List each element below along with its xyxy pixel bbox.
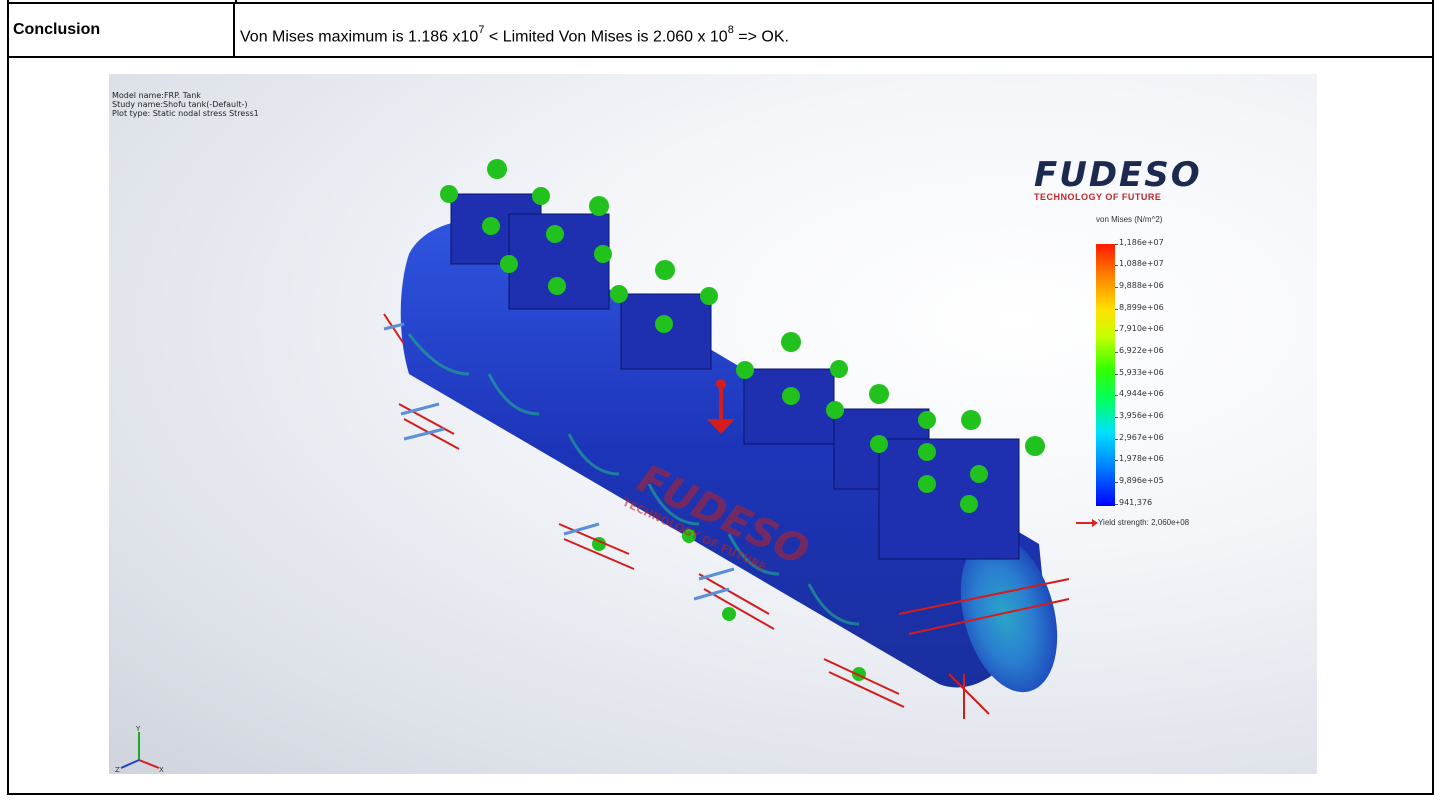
- yield-strength: Yield strength: 2,060e+08: [1076, 518, 1189, 527]
- legend-tick: 9,888e+06: [1115, 281, 1164, 290]
- study-name: Study name:Shofu tank(-Default-): [112, 100, 248, 109]
- model-info: Model name:FRP. Tank Study name:Shofu ta…: [112, 91, 259, 118]
- model-name: Model name:FRP. Tank: [112, 91, 201, 100]
- yield-arrow-icon: [1076, 518, 1098, 527]
- legend-tick: 2,967e+06: [1115, 433, 1164, 442]
- legend-tick: 3,956e+06: [1115, 411, 1164, 420]
- conclusion-text-part2: < Limited Von Mises is 2.060 x 10: [484, 28, 728, 46]
- plot-type: Plot type: Static nodal stress Stress1: [112, 109, 259, 118]
- legend-tick: 1,186e+07: [1115, 238, 1164, 247]
- exponent-1: 7: [478, 24, 485, 36]
- stress-plot-image: FUDESO TECHNOLOGY OF FUTURE Model name:F…: [109, 74, 1317, 774]
- axis-label-y: Y: [135, 725, 141, 733]
- axis-triad: Y X Z: [115, 725, 164, 774]
- legend-tick: 7,910e+06: [1115, 324, 1164, 333]
- legend-tick: 4,944e+06: [1115, 389, 1164, 398]
- yield-label: Yield strength: 2,060e+08: [1098, 518, 1190, 527]
- legend-tick: 9,896e+05: [1115, 476, 1164, 485]
- legend-tick: 8,899e+06: [1115, 303, 1164, 312]
- legend-color-bar: [1096, 244, 1115, 506]
- conclusion-text: Von Mises maximum is 1.186 x107 < Limite…: [240, 4, 789, 56]
- axis-label-z: Z: [115, 766, 120, 774]
- conclusion-text-part1: Von Mises maximum is 1.186 x10: [240, 28, 479, 46]
- legend-title: von Mises (N/m^2): [1096, 215, 1163, 224]
- legend-tick: 5,933e+06: [1115, 368, 1164, 377]
- legend-ticks: 1,186e+07 1,088e+07 9,888e+06 8,899e+06 …: [1114, 238, 1209, 513]
- conclusion-label: Conclusion: [9, 4, 235, 56]
- exponent-2: 8: [727, 24, 734, 36]
- legend-tick: 941,376: [1114, 498, 1153, 507]
- conclusion-row: Conclusion Von Mises maximum is 1.186 x1…: [7, 2, 1434, 58]
- conclusion-text-part3: => OK.: [733, 28, 789, 46]
- logo-word: FUDESO: [1034, 155, 1202, 195]
- fudeso-logo: FUDESO TECHNOLOGY OF FUTURE: [1034, 158, 1204, 202]
- legend-tick: 1,978e+06: [1115, 454, 1164, 463]
- legend-tick: 1,088e+07: [1115, 259, 1164, 268]
- legend-tick: 6,922e+06: [1115, 346, 1164, 355]
- axis-label-x: X: [159, 766, 164, 774]
